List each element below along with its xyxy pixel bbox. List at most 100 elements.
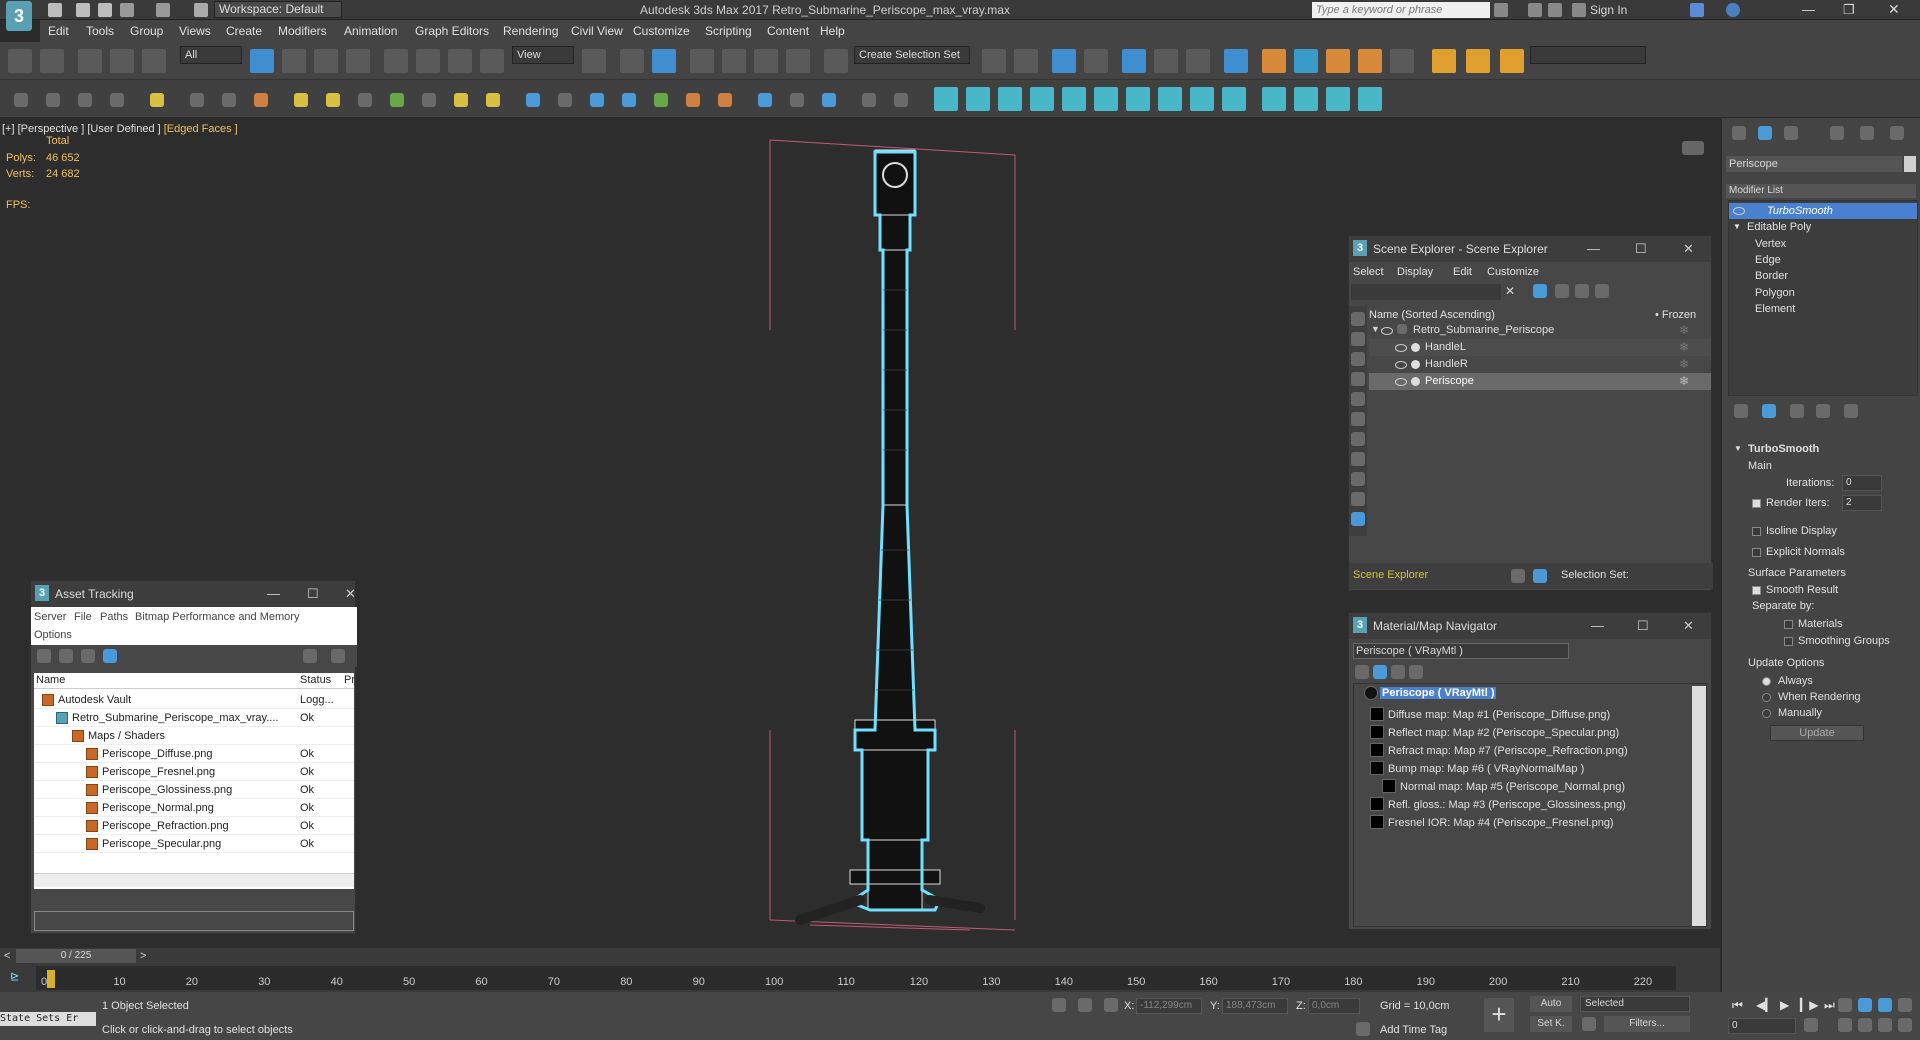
- iterations-spinner[interactable]: 0: [1842, 475, 1882, 491]
- modifier-turbosmooth[interactable]: TurboSmooth: [1767, 205, 1833, 217]
- selection-lock-icon[interactable]: [1078, 998, 1092, 1012]
- selection-filter-dropdown[interactable]: All: [180, 46, 242, 64]
- tool-icon-24[interactable]: [790, 93, 804, 107]
- smoothing-groups-checkbox[interactable]: [1784, 637, 1793, 646]
- search-input[interactable]: Type a keyword or phrase: [1312, 2, 1490, 18]
- column-frozen[interactable]: • Frozen: [1655, 309, 1696, 321]
- time-prev-button[interactable]: <: [4, 950, 10, 962]
- view-list-icon[interactable]: [1355, 665, 1369, 679]
- zoom-extents-all-icon[interactable]: [1898, 998, 1912, 1012]
- viewport-menu-plus[interactable]: [+]: [2, 123, 15, 135]
- previous-frame-icon[interactable]: ◀▎: [1756, 998, 1774, 1012]
- edit-named-selection-icon[interactable]: [824, 49, 848, 73]
- window-crossing-icon[interactable]: [346, 49, 370, 73]
- explicit-normals-label[interactable]: Explicit Normals: [1766, 546, 1845, 558]
- render-iters-checkbox[interactable]: [1752, 499, 1761, 508]
- filter-shapes-icon[interactable]: [1351, 332, 1365, 346]
- materials-label[interactable]: Materials: [1798, 618, 1843, 630]
- render-iters-spinner[interactable]: 2: [1842, 495, 1882, 511]
- visibility-eye-icon[interactable]: [1395, 344, 1407, 352]
- table-row[interactable]: Retro_Submarine_Periscope_max_vray.... Ok: [34, 709, 354, 727]
- isoline-display-label[interactable]: Isoline Display: [1766, 525, 1837, 537]
- project-folder-icon[interactable]: [194, 3, 208, 17]
- align-icon[interactable]: [1014, 49, 1038, 73]
- named-selection-dropdown[interactable]: Create Selection Set: [854, 46, 970, 64]
- z-coordinate-field[interactable]: 0,0cm: [1308, 998, 1360, 1014]
- menu-civil-view[interactable]: Civil View: [571, 24, 623, 38]
- viewport-shading-mode[interactable]: [Edged Faces ]: [164, 123, 238, 135]
- add-time-tag[interactable]: Add Time Tag: [1380, 1024, 1447, 1036]
- tool-icon-16[interactable]: [526, 93, 540, 107]
- set-key-icon[interactable]: +: [1484, 998, 1514, 1032]
- snaps-toggle-icon[interactable]: [690, 49, 714, 73]
- filter-geometry-icon[interactable]: [1351, 312, 1365, 326]
- expand-arrow-icon[interactable]: ▼: [1371, 324, 1380, 334]
- select-object-icon[interactable]: [250, 49, 274, 73]
- go-to-end-icon[interactable]: ⏭: [1824, 998, 1835, 1013]
- column-name-sorted[interactable]: Name (Sorted Ascending): [1369, 309, 1495, 321]
- refresh-icon[interactable]: [331, 649, 345, 663]
- redo-icon[interactable]: [40, 49, 64, 73]
- angle-snap-icon[interactable]: [722, 49, 746, 73]
- when-rendering-radio[interactable]: [1762, 693, 1771, 702]
- create-tab-icon[interactable]: [1732, 126, 1746, 140]
- menu-views[interactable]: Views: [179, 24, 211, 38]
- view-small-icons-icon[interactable]: [1391, 665, 1405, 679]
- subobject-element[interactable]: Element: [1755, 303, 1795, 315]
- remove-modifier-icon[interactable]: [1816, 404, 1830, 418]
- menu-edit[interactable]: Edit: [1453, 266, 1472, 278]
- save-file-icon[interactable]: [98, 3, 112, 17]
- modifier-editable-poly[interactable]: Editable Poly: [1747, 221, 1811, 233]
- curve-editor-mini-icon[interactable]: ⊵: [10, 970, 19, 983]
- table-row[interactable]: Periscope_Refraction.png Ok: [34, 817, 354, 835]
- tool-icon-19[interactable]: [622, 93, 636, 107]
- play-icon[interactable]: ▶: [1780, 998, 1789, 1012]
- toggle-ribbon-icon[interactable]: [1122, 49, 1146, 73]
- map-tree-item[interactable]: Refract map: Map #7 (Periscope_Refractio…: [1354, 742, 1684, 760]
- minimize-button[interactable]: —: [267, 586, 280, 601]
- keyboard-shortcut-override-icon[interactable]: [652, 49, 676, 73]
- vray-mesh-icon[interactable]: [1190, 87, 1214, 111]
- clear-search-icon[interactable]: ✕: [1505, 284, 1515, 298]
- smooth-result-label[interactable]: Smooth Result: [1766, 584, 1838, 596]
- motion-tab-icon[interactable]: [1830, 126, 1844, 140]
- always-label[interactable]: Always: [1778, 675, 1813, 687]
- tool-icon-22[interactable]: [718, 93, 732, 107]
- vray-text-icon[interactable]: [1432, 49, 1456, 73]
- explicit-normals-checkbox[interactable]: [1752, 548, 1761, 557]
- new-file-icon[interactable]: [48, 3, 62, 17]
- manually-radio[interactable]: [1762, 709, 1771, 718]
- update-button[interactable]: Update: [1770, 725, 1864, 741]
- asset-tool-icon-3[interactable]: [81, 649, 95, 663]
- column-status[interactable]: Status: [300, 674, 331, 686]
- vray-light-icon[interactable]: [934, 87, 958, 111]
- menu-customize[interactable]: Customize: [1487, 266, 1539, 278]
- vray-grid-icon[interactable]: [1326, 87, 1350, 111]
- asset-scrollbar[interactable]: [34, 873, 354, 887]
- maximize-viewport-icon[interactable]: [1898, 1018, 1912, 1032]
- modify-tab-icon[interactable]: [1758, 126, 1772, 140]
- rendered-frame-window-icon[interactable]: [1294, 49, 1318, 73]
- undo-icon[interactable]: [8, 49, 32, 73]
- object-color-swatch[interactable]: [1904, 156, 1916, 172]
- table-row[interactable]: Autodesk Vault Logg...: [34, 691, 354, 709]
- manually-label[interactable]: Manually: [1778, 707, 1822, 719]
- scene-item-handlel[interactable]: HandleL: [1425, 341, 1466, 353]
- materials-checkbox[interactable]: [1784, 620, 1793, 629]
- vray-sun-icon[interactable]: [998, 87, 1022, 111]
- vray-dome-icon[interactable]: [1030, 87, 1054, 111]
- menu-modifiers[interactable]: Modifiers: [278, 24, 327, 38]
- map-tree-item[interactable]: Refl. gloss.: Map #3 (Periscope_Glossine…: [1354, 796, 1684, 814]
- column-p[interactable]: Pr: [344, 674, 355, 686]
- freeze-icon[interactable]: ❄: [1679, 340, 1689, 354]
- menu-help[interactable]: Help: [820, 24, 845, 38]
- lock-icon[interactable]: [1555, 284, 1569, 298]
- vray-bulb-icon[interactable]: [1222, 87, 1246, 111]
- pivot-center-icon[interactable]: [582, 49, 606, 73]
- undo-icon[interactable]: [120, 3, 134, 17]
- move-icon[interactable]: [384, 49, 408, 73]
- redo-icon[interactable]: [156, 3, 170, 17]
- tool-icon-2[interactable]: [46, 93, 60, 107]
- close-button[interactable]: ✕: [1683, 241, 1694, 257]
- subscription-icon[interactable]: [1528, 3, 1542, 17]
